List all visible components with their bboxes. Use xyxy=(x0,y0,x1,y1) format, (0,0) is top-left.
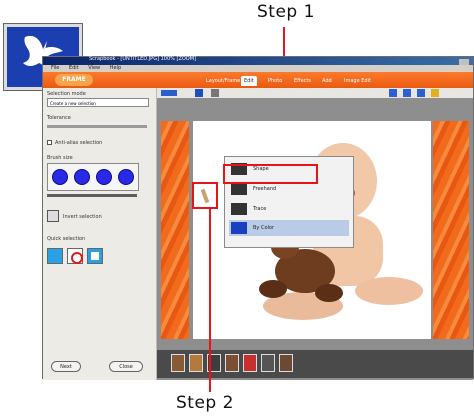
thumbnail-strip xyxy=(157,350,473,378)
next-button[interactable]: Next xyxy=(51,361,81,372)
thumbnail-6[interactable] xyxy=(261,354,275,372)
zoom-icon[interactable] xyxy=(161,90,177,96)
orange-panel-left xyxy=(161,121,189,339)
tool-icon-2[interactable] xyxy=(403,89,411,97)
step2-pointer-line xyxy=(209,209,211,392)
undo-icon[interactable] xyxy=(211,89,219,97)
tab-effects[interactable]: Effects xyxy=(291,76,314,86)
tab-photo[interactable]: Photo xyxy=(265,76,285,86)
app-window: Scrapbook - [UNTITLED.JPG] 100% [ZOOM] F… xyxy=(42,56,474,380)
thumbnail-7[interactable] xyxy=(279,354,293,372)
tool-icon-4[interactable] xyxy=(431,89,439,97)
tab-bar xyxy=(43,72,473,88)
brush-option-2[interactable] xyxy=(74,169,90,185)
step2-highlight-box xyxy=(192,182,218,209)
invert-label: Invert selection xyxy=(63,214,102,220)
tab-add[interactable]: Add xyxy=(319,76,335,86)
step2-label: Step 2 xyxy=(176,393,234,413)
menu-item-trace[interactable]: Trace xyxy=(229,201,349,217)
freehand-icon xyxy=(231,183,247,195)
brush-size-picker[interactable] xyxy=(47,163,139,191)
thumbnail-1[interactable] xyxy=(171,354,185,372)
select-invert-button[interactable] xyxy=(87,248,103,264)
left-panel: Selection mode Create a new selection To… xyxy=(43,88,157,380)
menu-view[interactable]: View xyxy=(88,65,100,71)
menu-file[interactable]: File xyxy=(51,65,59,71)
orange-panel-right xyxy=(433,121,469,339)
tab-layout[interactable]: Layout/Frame xyxy=(203,76,243,86)
magic-wand-icon xyxy=(231,222,247,234)
invert-icon[interactable] xyxy=(47,210,59,222)
selection-mode-label: Selection mode xyxy=(47,91,86,97)
title-bar: Scrapbook - [UNTITLED.JPG] 100% [ZOOM] xyxy=(43,56,473,65)
tab-image-edit[interactable]: Image Edit xyxy=(341,76,374,86)
tool-icon-1[interactable] xyxy=(389,89,397,97)
window-title: Scrapbook - [UNTITLED.JPG] 100% [ZOOM] xyxy=(89,56,197,62)
brush-option-1[interactable] xyxy=(52,169,68,185)
tolerance-label: Tolerance xyxy=(47,115,71,121)
thumbnail-4[interactable] xyxy=(225,354,239,372)
brush-option-4[interactable] xyxy=(118,169,134,185)
menu-bar: File Edit View Help xyxy=(43,65,473,72)
frame-logo: FRAME xyxy=(55,74,93,86)
thumbnail-5[interactable] xyxy=(243,354,257,372)
step1-label: Step 1 xyxy=(257,2,315,22)
tool-strip xyxy=(157,88,473,98)
tab-edit[interactable]: Edit xyxy=(241,76,257,86)
trace-icon xyxy=(231,203,247,215)
tolerance-slider[interactable] xyxy=(47,125,147,128)
menu-item-by-color[interactable]: By Color xyxy=(229,220,349,236)
select-clear-button[interactable] xyxy=(67,248,83,264)
close-button[interactable]: Close xyxy=(109,361,143,372)
tool-icon-3[interactable] xyxy=(417,89,425,97)
selection-mode-select[interactable]: Create a new selection xyxy=(47,98,149,107)
antialias-label: Anti-alias selection xyxy=(55,140,103,146)
quick-selection-label: Quick selection xyxy=(47,236,86,242)
select-rectangle-button[interactable] xyxy=(47,248,63,264)
step1-highlight-box xyxy=(223,164,318,184)
brush-option-3[interactable] xyxy=(96,169,112,185)
thumbnail-2[interactable] xyxy=(189,354,203,372)
antialias-checkbox[interactable] xyxy=(47,140,52,145)
menu-help[interactable]: Help xyxy=(110,65,121,71)
brush-size-label: Brush size xyxy=(47,155,73,161)
window-close-button[interactable] xyxy=(459,59,469,65)
save-icon[interactable] xyxy=(195,89,203,97)
brush-scroll[interactable] xyxy=(47,194,137,197)
menu-edit[interactable]: Edit xyxy=(69,65,79,71)
